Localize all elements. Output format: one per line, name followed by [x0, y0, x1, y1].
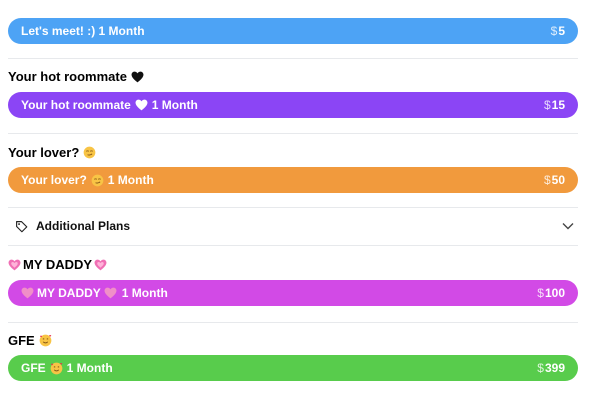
plan-label: Your lover? 1 Month [21, 173, 154, 187]
plan-price: $15 [543, 98, 565, 112]
plan-price: $399 [537, 361, 565, 375]
plan-heading: GFE [8, 333, 52, 348]
plan-button-lover[interactable]: Your lover? 1 Month $50 [8, 167, 578, 193]
divider [8, 322, 578, 323]
plan-price: $100 [537, 286, 565, 300]
divider [8, 245, 578, 246]
growing-heart-icon [94, 259, 107, 270]
white-heart-icon [135, 99, 148, 111]
smirking-face-icon [91, 174, 104, 186]
growing-heart-icon [104, 287, 117, 299]
smiling-face-with-hearts-icon [50, 362, 63, 374]
smirking-face-icon [83, 146, 96, 159]
plan-button-hot-roommate[interactable]: Your hot roommate 1 Month $15 [8, 92, 578, 118]
divider [8, 207, 578, 208]
black-heart-icon [131, 71, 144, 82]
divider [8, 58, 578, 59]
smiling-face-with-hearts-icon [39, 334, 52, 347]
plan-label: Your hot roommate 1 Month [21, 98, 198, 112]
plan-price: $5 [550, 24, 565, 38]
growing-heart-icon [8, 259, 21, 270]
additional-plans-label: Additional Plans [36, 219, 131, 233]
plan-heading: Your hot roommate [8, 69, 144, 84]
plan-price: $50 [543, 173, 565, 187]
plan-heading: Your lover? [8, 145, 96, 160]
plan-button-my-daddy[interactable]: MY DADDY 1 Month $100 [8, 280, 578, 306]
growing-heart-icon [21, 287, 34, 299]
chevron-down-icon[interactable] [562, 222, 574, 230]
plan-heading: MY DADDY [8, 257, 107, 272]
tag-icon [15, 220, 28, 233]
plan-button-lets-meet[interactable]: Let's meet! :) 1 Month $5 [8, 18, 578, 44]
additional-plans-toggle[interactable]: Additional Plans [8, 214, 578, 238]
plan-label: Let's meet! :) 1 Month [21, 24, 145, 38]
plan-button-gfe[interactable]: GFE 1 Month $399 [8, 355, 578, 381]
plan-label: MY DADDY 1 Month [21, 286, 168, 300]
divider [8, 133, 578, 134]
plan-label: GFE 1 Month [21, 361, 113, 375]
